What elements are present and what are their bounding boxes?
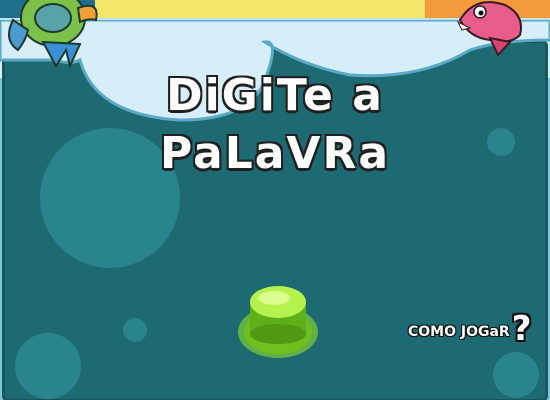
green-push-button[interactable] (237, 282, 319, 362)
pink-fish-icon (456, 1, 522, 57)
bubble-small (123, 318, 147, 342)
title-line-1: DiGiTe a (166, 70, 384, 121)
how-to-play-button[interactable]: COMO JOGaR ? (408, 309, 548, 352)
game-stage: DiGiTe a PaLaVRa COMO JOGaR ? (0, 0, 550, 400)
bubble-bottom-right (493, 352, 539, 398)
green-fish-icon (8, 0, 98, 70)
help-question-mark-icon: ? (511, 309, 532, 349)
title-line-2: PaLaVRa (159, 128, 391, 179)
bubble-bottom-left (15, 333, 81, 399)
how-to-play-label: COMO JOGaR (408, 324, 510, 340)
